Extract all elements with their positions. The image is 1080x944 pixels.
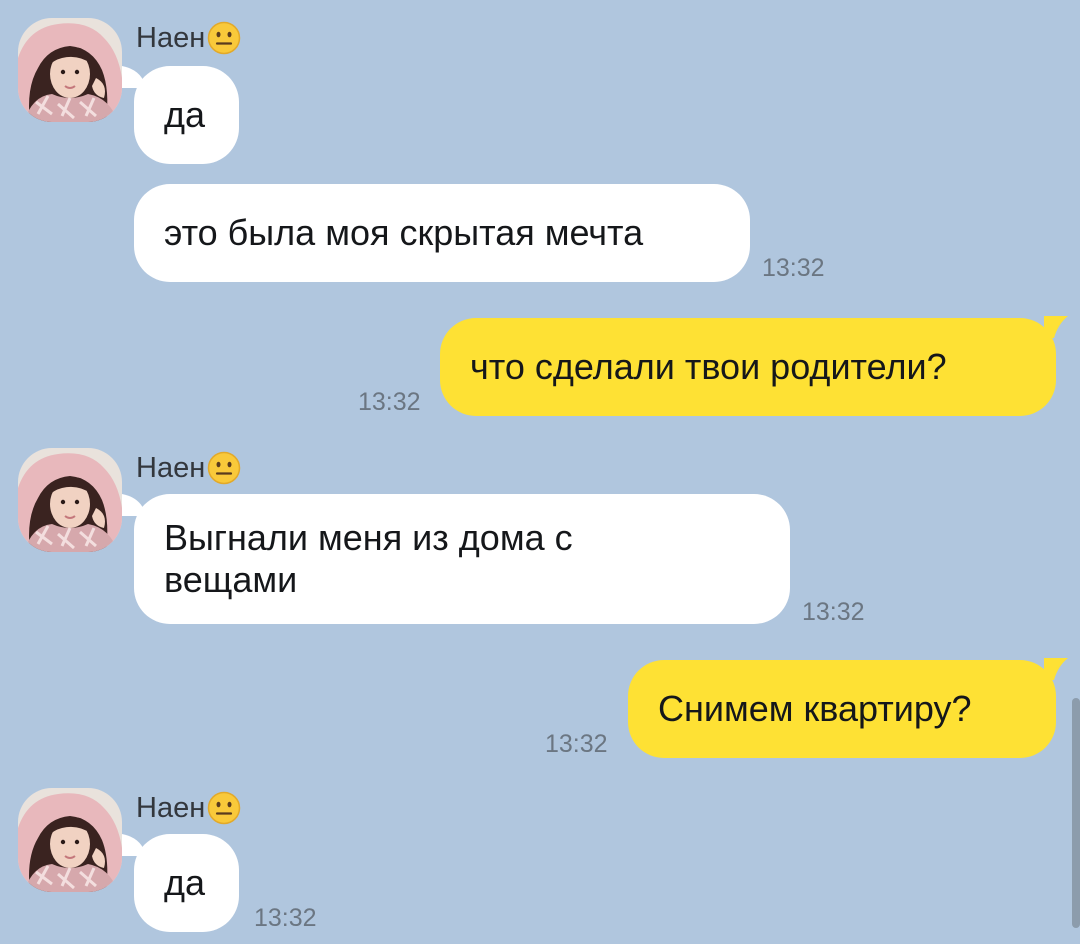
message-timestamp: 13:32 <box>762 254 825 282</box>
message-bubble-outgoing[interactable]: Снимем квартиру? <box>628 660 1056 758</box>
message-timestamp: 13:32 <box>358 388 421 416</box>
message-text: да <box>164 862 206 903</box>
message-bubble-incoming[interactable]: это была моя скрытая мечта <box>134 184 750 282</box>
message-bubble-incoming[interactable]: да <box>134 66 239 164</box>
message-bubble-outgoing[interactable]: что сделали твои родители? <box>440 318 1056 416</box>
message-timestamp: 13:32 <box>802 598 865 626</box>
message-text: это была моя скрытая мечта <box>164 212 644 253</box>
message-timestamp: 13:32 <box>254 904 317 932</box>
sender-name-text: Наен <box>136 21 206 54</box>
sender-name: Наен <box>136 18 241 58</box>
avatar[interactable] <box>18 18 122 122</box>
message-bubble-incoming[interactable]: Выгнали меня из дома с вещами <box>134 494 790 624</box>
message-text: что сделали твои родители? <box>470 346 947 387</box>
bubble-tail-outgoing <box>1044 658 1068 680</box>
sender-name-text: Наен <box>136 791 206 824</box>
message-timestamp: 13:32 <box>545 730 608 758</box>
neutral-face-emoji-icon <box>207 791 241 825</box>
chat-area[interactable]: Наен да это была моя скрытая мечта 13:32… <box>0 0 1080 944</box>
sender-name-text: Наен <box>136 451 206 484</box>
message-text: да <box>164 94 206 135</box>
neutral-face-emoji-icon <box>207 451 241 485</box>
neutral-face-emoji-icon <box>207 21 241 55</box>
sender-name: Наен <box>136 788 241 828</box>
message-text: Снимем квартиру? <box>658 688 972 729</box>
avatar[interactable] <box>18 788 122 892</box>
message-text: Выгнали меня из дома с вещами <box>164 517 573 600</box>
sender-name: Наен <box>136 448 241 488</box>
bubble-tail-outgoing <box>1044 316 1068 338</box>
scrollbar[interactable] <box>1072 698 1080 928</box>
avatar[interactable] <box>18 448 122 552</box>
message-bubble-incoming[interactable]: да <box>134 834 239 932</box>
